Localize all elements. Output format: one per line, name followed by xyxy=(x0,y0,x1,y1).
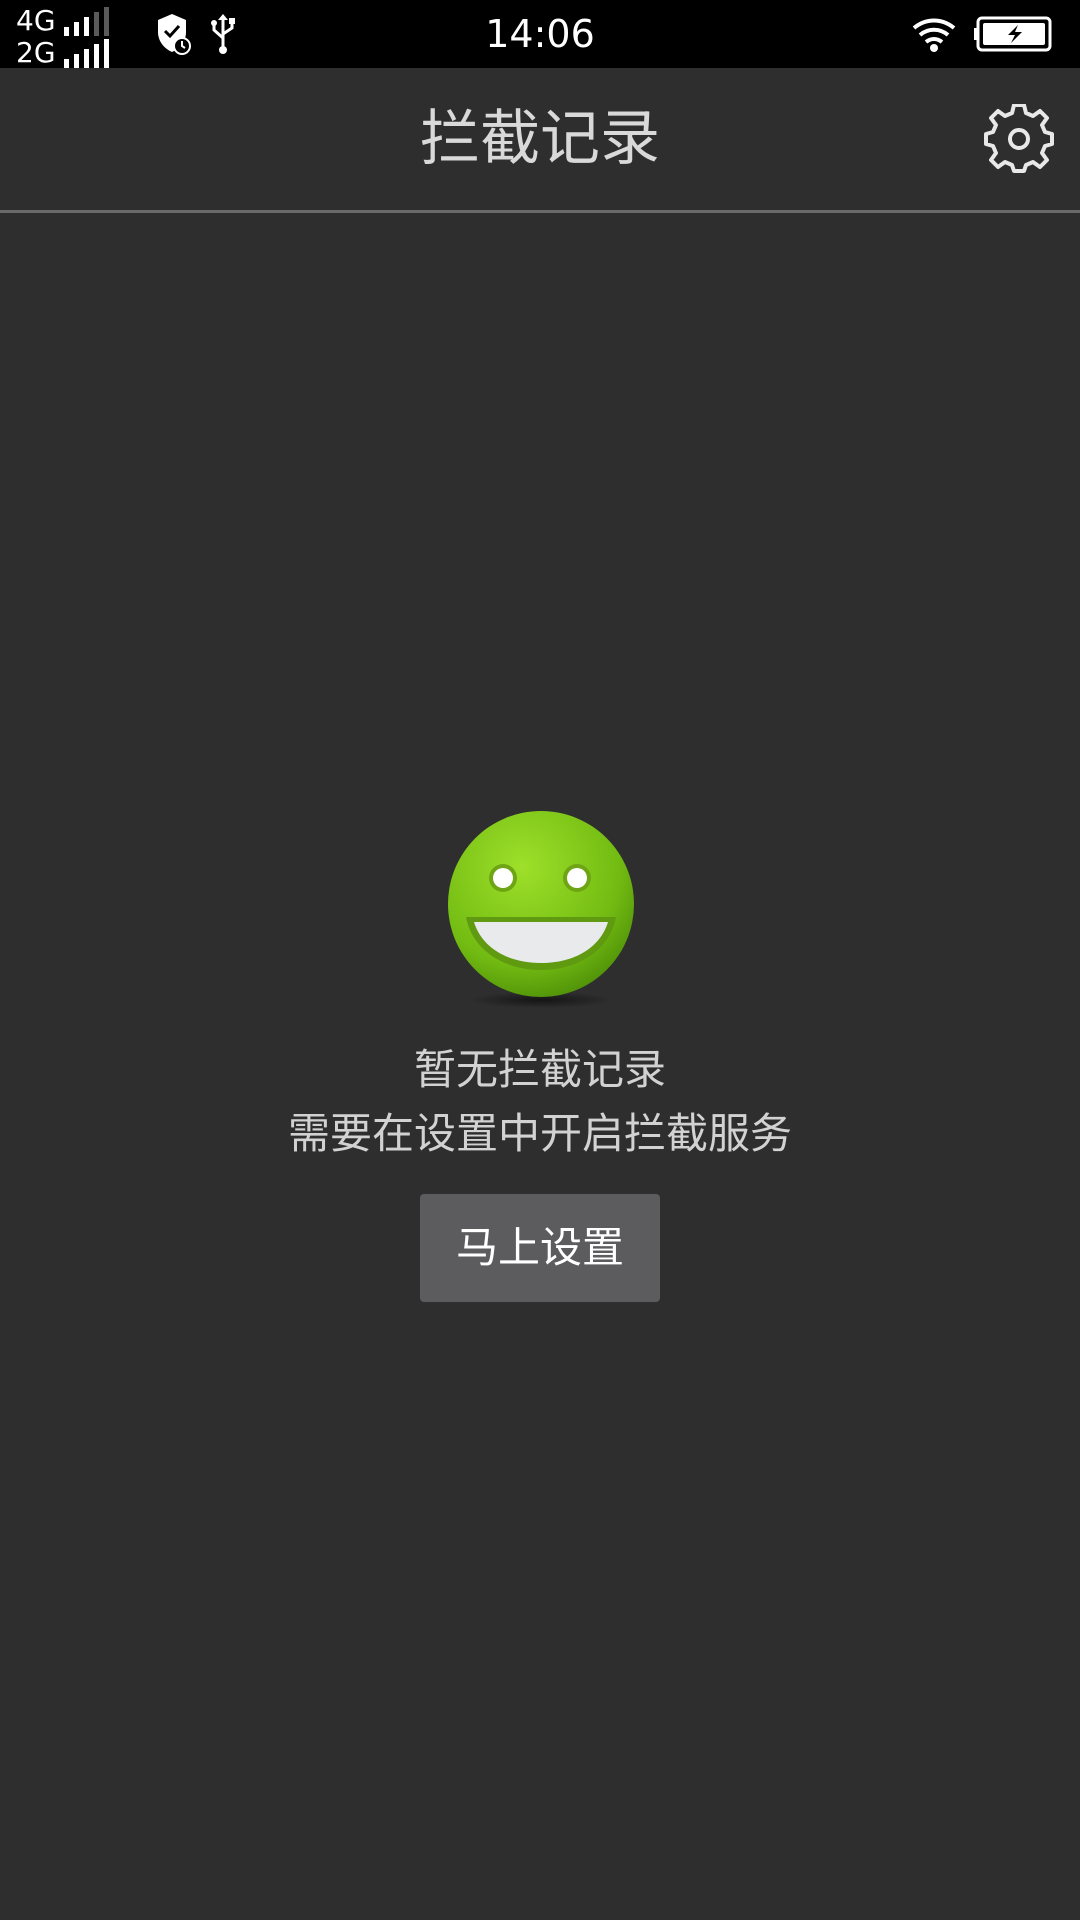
empty-state-subtitle: 需要在设置中开启拦截服务 xyxy=(287,1109,792,1158)
status-icons-right xyxy=(910,14,1060,54)
empty-state-title: 暂无拦截记录 xyxy=(413,1045,666,1094)
battery-charging-icon xyxy=(974,16,1052,52)
wifi-icon xyxy=(912,18,956,52)
app-bar: 拦截记录 xyxy=(0,68,1080,213)
settings-button[interactable] xyxy=(984,103,1054,174)
status-bar: 4G 2G 14:06 xyxy=(0,0,1080,68)
page-title: 拦截记录 xyxy=(420,104,660,174)
smiley-face-icon xyxy=(448,811,634,1008)
gear-icon xyxy=(984,103,1054,173)
setup-now-button[interactable]: 马上设置 xyxy=(420,1194,660,1302)
